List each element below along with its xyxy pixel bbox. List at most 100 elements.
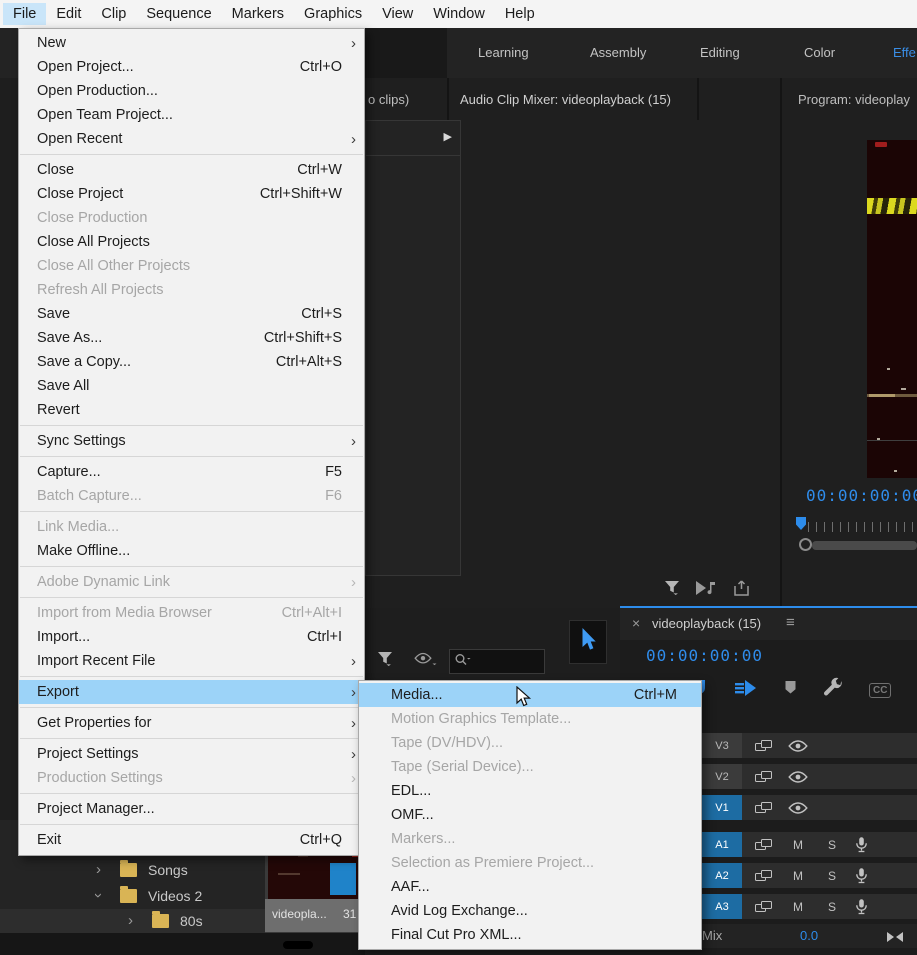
eye-icon[interactable] <box>788 801 808 814</box>
menubar-item-sequence[interactable]: Sequence <box>136 3 221 25</box>
bin-row-80s[interactable]: ›80s <box>0 909 265 934</box>
workspace-tab-color[interactable]: Color <box>804 45 835 60</box>
wrench-settings-icon[interactable] <box>821 676 845 705</box>
solo-button[interactable]: S <box>828 869 836 883</box>
menubar-item-edit[interactable]: Edit <box>46 3 91 25</box>
menu-item-capture[interactable]: Capture...F5 <box>19 460 364 484</box>
menu-item-avid-log-exchange[interactable]: Avid Log Exchange... <box>359 899 701 923</box>
mix-volume-value[interactable]: 0.0 <box>800 928 818 943</box>
solo-button[interactable]: S <box>828 900 836 914</box>
menu-item-aaf[interactable]: AAF... <box>359 875 701 899</box>
menu-item-omf[interactable]: OMF... <box>359 803 701 827</box>
menu-item-get-properties-for[interactable]: Get Properties for› <box>19 711 364 735</box>
track-label-a1[interactable]: A1 <box>702 832 742 857</box>
panel-tab-audio-clips-partial[interactable]: o clips) <box>368 92 409 107</box>
mute-button[interactable]: M <box>793 869 803 883</box>
filter-icon[interactable] <box>664 580 680 601</box>
track-label-v3[interactable]: V3 <box>702 733 742 758</box>
sync-lock-icon[interactable] <box>754 838 774 852</box>
menu-item-open-recent[interactable]: Open Recent› <box>19 127 364 151</box>
menu-item-sync-settings[interactable]: Sync Settings› <box>19 429 364 453</box>
menu-item-open-production[interactable]: Open Production... <box>19 79 364 103</box>
menu-item-import-recent-file[interactable]: Import Recent File› <box>19 649 364 673</box>
menu-item-export[interactable]: Export› <box>19 680 364 704</box>
program-timecode[interactable]: 00:00:00:00 <box>806 486 917 505</box>
track-row-a1[interactable]: A1MS <box>697 832 917 857</box>
eye-dropdown-icon[interactable] <box>414 652 438 672</box>
menubar-item-view[interactable]: View <box>372 3 423 25</box>
workspace-tab-effe[interactable]: Effe <box>893 45 916 60</box>
sync-lock-icon[interactable] <box>754 739 774 753</box>
menubar-item-clip[interactable]: Clip <box>91 3 136 25</box>
menu-item-close[interactable]: CloseCtrl+W <box>19 158 364 182</box>
play-audio-icon[interactable] <box>694 579 718 602</box>
program-time-ruler[interactable] <box>808 522 917 532</box>
menu-item-open-team-project[interactable]: Open Team Project... <box>19 103 364 127</box>
menu-item-save[interactable]: SaveCtrl+S <box>19 302 364 326</box>
search-input[interactable] <box>449 649 545 674</box>
sync-lock-icon[interactable] <box>754 801 774 815</box>
menu-item-open-project[interactable]: Open Project...Ctrl+O <box>19 55 364 79</box>
sync-lock-icon[interactable] <box>754 869 774 883</box>
menu-item-project-manager[interactable]: Project Manager... <box>19 797 364 821</box>
menubar-item-window[interactable]: Window <box>423 3 495 25</box>
eye-icon[interactable] <box>788 770 808 783</box>
track-row-a3[interactable]: A3 M S <box>697 894 917 919</box>
track-row-a2[interactable]: A2 M S <box>697 863 917 888</box>
menu-item-final-cut-pro-xml[interactable]: Final Cut Pro XML... <box>359 923 701 947</box>
eye-icon[interactable] <box>788 739 808 752</box>
workspace-tab-assembly[interactable]: Assembly <box>590 45 646 60</box>
linked-selection-icon[interactable] <box>734 678 760 703</box>
menubar-item-graphics[interactable]: Graphics <box>294 3 372 25</box>
hamburger-menu-icon[interactable]: ≡ <box>786 614 795 631</box>
menu-item-project-settings[interactable]: Project Settings› <box>19 742 364 766</box>
menu-item-exit[interactable]: ExitCtrl+Q <box>19 828 364 852</box>
play-triangle-icon[interactable]: ▶ <box>444 130 452 143</box>
menu-item-edl[interactable]: EDL... <box>359 779 701 803</box>
menu-item-new[interactable]: New› <box>19 31 364 55</box>
keyframe-navigator-icon[interactable] <box>886 930 904 948</box>
track-label-a2[interactable]: A2 <box>702 863 742 888</box>
menu-item-save-a-copy[interactable]: Save a Copy...Ctrl+Alt+S <box>19 350 364 374</box>
timeline-timecode[interactable]: 00:00:00:00 <box>646 646 763 665</box>
bin-row-songs[interactable]: ›Songs <box>0 858 265 883</box>
track-row-v1[interactable]: V1 <box>697 795 917 820</box>
export-frame-icon[interactable] <box>732 579 752 602</box>
menu-item-import[interactable]: Import...Ctrl+I <box>19 625 364 649</box>
menubar-item-markers[interactable]: Markers <box>222 3 294 25</box>
menu-item-save-all[interactable]: Save All <box>19 374 364 398</box>
captions-icon[interactable]: CC <box>869 683 891 698</box>
track-label-v1[interactable]: V1 <box>702 795 742 820</box>
chevron-right-icon[interactable]: › <box>128 912 133 929</box>
menu-item-close-project[interactable]: Close ProjectCtrl+Shift+W <box>19 182 364 206</box>
filter-dropdown-icon[interactable] <box>377 651 393 672</box>
solo-button[interactable]: S <box>828 838 836 852</box>
track-label-v2[interactable]: V2 <box>702 764 742 789</box>
chevron-right-icon[interactable]: › <box>96 861 101 878</box>
menubar-item-file[interactable]: File <box>3 3 46 25</box>
timeline-tab-title[interactable]: videoplayback (15) <box>652 616 761 631</box>
mic-icon[interactable] <box>855 836 868 853</box>
chevron-down-icon[interactable]: › <box>90 893 107 898</box>
panel-tab-program[interactable]: Program: videoplay <box>798 92 910 107</box>
workspace-tab-learning[interactable]: Learning <box>478 45 529 60</box>
selection-tool-button[interactable] <box>569 620 607 664</box>
menu-item-revert[interactable]: Revert <box>19 398 364 422</box>
menu-item-close-all-projects[interactable]: Close All Projects <box>19 230 364 254</box>
track-row-v2[interactable]: V2 <box>697 764 917 789</box>
mute-button[interactable]: M <box>793 900 803 914</box>
sync-lock-icon[interactable] <box>754 900 774 914</box>
track-label-a3[interactable]: A3 <box>702 894 742 919</box>
program-scrollbar[interactable] <box>812 541 917 550</box>
program-scroll-knob[interactable] <box>799 538 812 551</box>
project-clip-name[interactable]: videopla... <box>272 907 327 921</box>
sync-lock-icon[interactable] <box>754 770 774 784</box>
bin-row-videos-2[interactable]: ›Videos 2 <box>0 884 265 909</box>
marker-icon[interactable] <box>784 680 797 700</box>
mic-icon[interactable] <box>855 867 868 884</box>
panel-tab-audio-clip-mixer[interactable]: Audio Clip Mixer: videoplayback (15) <box>460 92 671 107</box>
track-row-v3[interactable]: V3 <box>697 733 917 758</box>
menu-item-make-offline[interactable]: Make Offline... <box>19 539 364 563</box>
mic-icon[interactable] <box>855 898 868 915</box>
menu-item-save-as[interactable]: Save As...Ctrl+Shift+S <box>19 326 364 350</box>
